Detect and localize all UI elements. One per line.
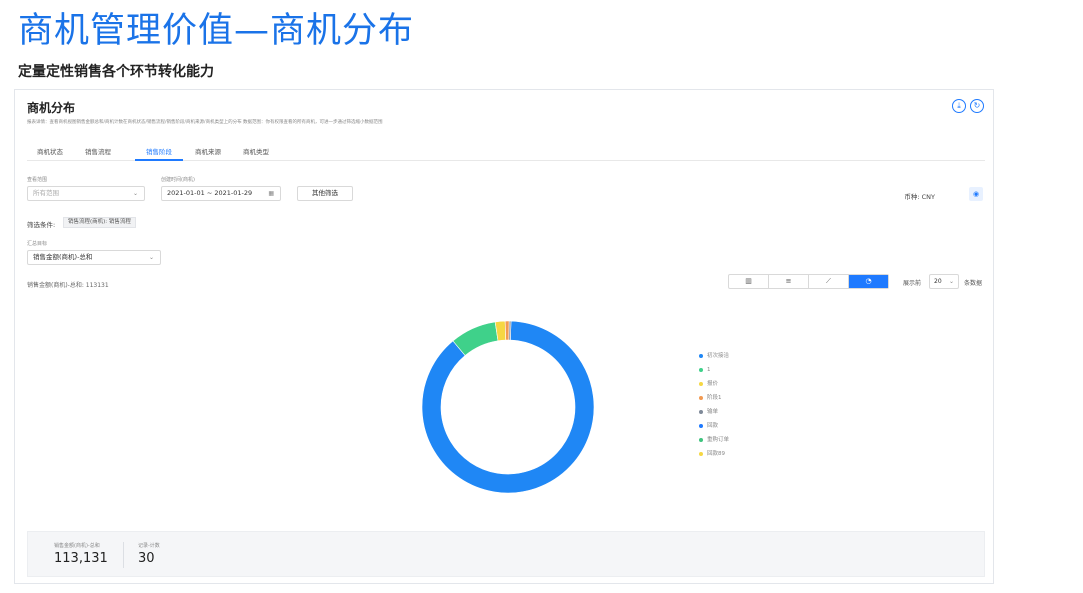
slide-title: 商机管理价值—商机分布	[18, 11, 415, 51]
scope-value: 所有范围	[33, 189, 59, 197]
legend-item[interactable]: 报价	[699, 377, 729, 391]
legend-label: 输单	[707, 409, 719, 415]
legend-label: 1	[707, 367, 711, 373]
panel-description: 报表详情：查看商机视图销售金额总和/商机计数在商机状态/销售流程/销售阶段/商机…	[27, 120, 383, 125]
summary-target-label: 汇总目标	[27, 241, 48, 247]
horizontal-bar-icon[interactable]: ≡	[769, 275, 809, 288]
refresh-icon[interactable]: ↻	[970, 99, 984, 113]
tab-opportunity-source[interactable]: 商机来源	[195, 146, 221, 156]
legend-label: 初次接洽	[707, 353, 730, 359]
show-count-select[interactable]: 20 ⌄	[929, 274, 959, 289]
currency-label: 币种: CNY	[904, 193, 935, 201]
active-tab-indicator	[135, 159, 183, 161]
legend-dot	[699, 381, 703, 386]
tab-opportunity-type[interactable]: 商机类型	[243, 146, 269, 156]
legend-item[interactable]: 初次接洽	[699, 349, 729, 363]
chevron-down-icon: ⌄	[148, 254, 154, 261]
legend-dot	[699, 353, 703, 358]
pie-chart-icon[interactable]: ◔	[849, 275, 888, 288]
other-filter-button[interactable]: 其他筛选	[297, 186, 353, 201]
summary-target-select[interactable]: 销售金额(商机)-总和 ⌄	[27, 250, 161, 265]
scope-select[interactable]: 所有范围 ⌄	[27, 186, 145, 201]
tab-bar: 商机状态 销售流程 销售阶段 商机来源 商机类型	[27, 141, 985, 161]
legend-item[interactable]: 输单	[699, 405, 729, 419]
legend-label: 重购订单	[707, 437, 730, 443]
legend-item[interactable]: 回款89	[699, 447, 729, 461]
panel-title: 商机分布	[27, 101, 76, 115]
show-count-value: 20	[934, 278, 942, 285]
summary-divider	[123, 542, 124, 568]
summary-target-value: 销售金额(商机)-总和	[33, 253, 93, 261]
eye-icon[interactable]: ◉	[969, 187, 983, 201]
tab-opportunity-status[interactable]: 商机状态	[37, 146, 63, 156]
legend-item[interactable]: 阶段1	[699, 391, 729, 405]
chevron-down-icon: ⌄	[132, 190, 138, 197]
download-icon[interactable]: ⤓	[952, 99, 966, 113]
metric-total-label: 销售金额(商机)-总和: 113131	[27, 282, 109, 289]
show-count-suffix: 条数据	[964, 280, 983, 287]
legend-item[interactable]: 重购订单	[699, 433, 729, 447]
legend-label: 回款	[707, 423, 719, 429]
report-panel: 商机分布 报表详情：查看商机视图销售金额总和/商机计数在商机状态/销售流程/销售…	[14, 89, 994, 584]
summary-amount-value: 113,131	[54, 551, 108, 566]
bar-chart-icon[interactable]: ▥	[729, 275, 769, 288]
legend-dot	[699, 423, 703, 428]
date-label: 创建时间(商机)	[161, 177, 195, 183]
chart-legend: 初次接洽 1 报价阶段1 输单回款重购订单回款89	[699, 349, 729, 461]
donut-slice[interactable]	[421, 320, 595, 494]
legend-label: 报价	[707, 381, 719, 387]
legend-dot	[699, 367, 703, 372]
date-range-value: 2021-01-01 ~ 2021-01-29	[167, 189, 253, 197]
calendar-icon: ▦	[268, 190, 274, 197]
summary-count-label: 记录-计数	[138, 543, 160, 549]
legend-label: 回款89	[707, 451, 725, 457]
legend-dot	[699, 409, 703, 414]
legend-label: 阶段1	[707, 395, 722, 401]
summary-count-value: 30	[138, 551, 155, 566]
filter-condition-tag[interactable]: 销售流程(商机): 销售流程	[63, 217, 136, 228]
donut-slices	[421, 320, 595, 494]
chart-type-switch: ▥ ≡ ⟋ ◔	[728, 274, 889, 289]
legend-item[interactable]: 1	[699, 363, 729, 377]
legend-dot	[699, 395, 703, 400]
summary-amount-label: 销售金额(商机)-总和	[54, 543, 100, 549]
show-top-label: 展示前	[903, 280, 922, 287]
donut-slice[interactable]	[504, 320, 510, 341]
tab-sales-stage[interactable]: 销售阶段	[146, 146, 172, 156]
line-chart-icon[interactable]: ⟋	[809, 275, 849, 288]
legend-dot	[699, 451, 703, 456]
donut-slice[interactable]	[508, 320, 512, 341]
donut-chart[interactable]	[418, 317, 598, 497]
summary-bar: 销售金额(商机)-总和 113,131 记录-计数 30	[27, 531, 985, 577]
legend-item[interactable]: 回款	[699, 419, 729, 433]
slide-subtitle: 定量定性销售各个环节转化能力	[18, 64, 214, 80]
scope-label: 查看范围	[27, 177, 48, 183]
date-range-picker[interactable]: 2021-01-01 ~ 2021-01-29 ▦	[161, 186, 281, 201]
chevron-down-icon: ⌄	[948, 278, 954, 285]
tab-sales-process[interactable]: 销售流程	[85, 146, 111, 156]
filter-condition-label: 筛选条件:	[27, 221, 56, 229]
legend-dot	[699, 437, 703, 442]
